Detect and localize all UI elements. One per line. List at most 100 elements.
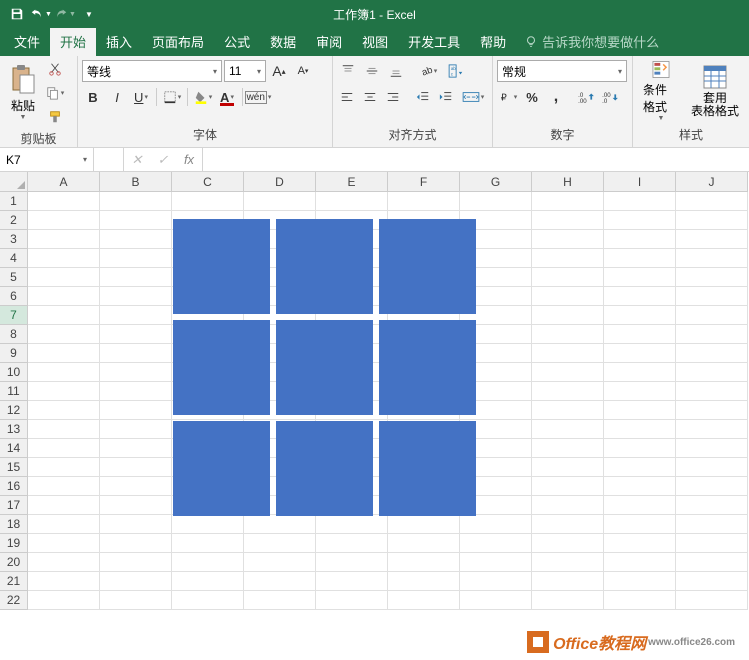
row-header[interactable]: 18 <box>0 515 28 534</box>
cell[interactable] <box>244 515 316 534</box>
cell[interactable] <box>604 458 676 477</box>
tab-file[interactable]: 文件 <box>4 27 50 56</box>
cell[interactable] <box>532 553 604 572</box>
copy-button[interactable]: ▾ <box>44 82 66 104</box>
cell[interactable] <box>28 211 100 230</box>
cell[interactable] <box>532 249 604 268</box>
cell[interactable] <box>172 515 244 534</box>
cell[interactable] <box>604 287 676 306</box>
cell[interactable] <box>100 458 172 477</box>
cell[interactable] <box>100 401 172 420</box>
cell[interactable] <box>28 382 100 401</box>
cell[interactable] <box>172 192 244 211</box>
cell[interactable] <box>604 591 676 610</box>
cell[interactable] <box>100 534 172 553</box>
cell[interactable] <box>676 306 748 325</box>
cell[interactable] <box>100 287 172 306</box>
tab-insert[interactable]: 插入 <box>96 27 142 56</box>
cell[interactable] <box>532 325 604 344</box>
rectangle-shape[interactable] <box>173 219 270 314</box>
cell[interactable] <box>28 401 100 420</box>
cell[interactable] <box>676 211 748 230</box>
tab-help[interactable]: 帮助 <box>470 27 516 56</box>
cell[interactable] <box>28 553 100 572</box>
row-header[interactable]: 19 <box>0 534 28 553</box>
cell[interactable] <box>100 306 172 325</box>
cells-area[interactable] <box>28 192 749 660</box>
font-color-button[interactable]: A▾ <box>216 86 238 108</box>
cell[interactable] <box>460 591 532 610</box>
cell[interactable] <box>532 401 604 420</box>
save-button[interactable] <box>6 3 28 25</box>
cell[interactable] <box>532 439 604 458</box>
table-format-button[interactable]: 套用 表格格式 <box>685 58 745 124</box>
cell[interactable] <box>604 439 676 458</box>
cell[interactable] <box>100 192 172 211</box>
cell[interactable] <box>676 325 748 344</box>
cell[interactable] <box>100 382 172 401</box>
align-bottom-button[interactable] <box>385 60 407 82</box>
cell[interactable] <box>100 591 172 610</box>
column-header[interactable]: D <box>244 172 316 192</box>
cell[interactable] <box>676 515 748 534</box>
cell[interactable] <box>28 344 100 363</box>
redo-button[interactable]: ▼ <box>54 3 76 25</box>
cell[interactable] <box>28 477 100 496</box>
cell[interactable] <box>28 458 100 477</box>
cell[interactable] <box>676 382 748 401</box>
conditional-format-button[interactable]: 条件格式 ▼ <box>637 58 685 124</box>
cell[interactable] <box>316 534 388 553</box>
cell[interactable] <box>244 591 316 610</box>
cell[interactable] <box>28 420 100 439</box>
bold-button[interactable]: B <box>82 86 104 108</box>
cell[interactable] <box>316 591 388 610</box>
comma-button[interactable]: , <box>545 86 567 108</box>
cell[interactable] <box>676 496 748 515</box>
cell[interactable] <box>532 306 604 325</box>
fx-button[interactable]: fx <box>176 152 202 167</box>
cell[interactable] <box>604 515 676 534</box>
row-header[interactable]: 16 <box>0 477 28 496</box>
cell[interactable] <box>532 420 604 439</box>
formula-input[interactable] <box>203 148 749 171</box>
cell[interactable] <box>100 496 172 515</box>
decrease-indent-button[interactable] <box>413 86 434 108</box>
cell[interactable] <box>532 458 604 477</box>
cell[interactable] <box>28 534 100 553</box>
cell[interactable] <box>100 477 172 496</box>
font-size-combo[interactable]: 11▾ <box>224 60 266 82</box>
cell[interactable] <box>100 344 172 363</box>
tab-formulas[interactable]: 公式 <box>214 27 260 56</box>
merge-button[interactable]: ▾ <box>458 86 488 108</box>
cell[interactable] <box>172 553 244 572</box>
cell[interactable] <box>388 192 460 211</box>
cell[interactable] <box>604 382 676 401</box>
column-header[interactable]: G <box>460 172 532 192</box>
accounting-button[interactable]: ₽▾ <box>497 86 519 108</box>
cell[interactable] <box>460 192 532 211</box>
column-header[interactable]: B <box>100 172 172 192</box>
column-header[interactable]: F <box>388 172 460 192</box>
cell[interactable] <box>100 230 172 249</box>
cell[interactable] <box>100 325 172 344</box>
row-header[interactable]: 4 <box>0 249 28 268</box>
row-header[interactable]: 3 <box>0 230 28 249</box>
cell[interactable] <box>676 458 748 477</box>
cell[interactable] <box>532 572 604 591</box>
tab-data[interactable]: 数据 <box>260 27 306 56</box>
cell[interactable] <box>532 230 604 249</box>
cell[interactable] <box>388 572 460 591</box>
cell[interactable] <box>676 344 748 363</box>
cell[interactable] <box>28 496 100 515</box>
row-header[interactable]: 9 <box>0 344 28 363</box>
cell[interactable] <box>28 249 100 268</box>
cell[interactable] <box>460 553 532 572</box>
rectangle-shape[interactable] <box>173 320 270 415</box>
cell[interactable] <box>532 382 604 401</box>
cell[interactable] <box>604 325 676 344</box>
row-header[interactable]: 22 <box>0 591 28 610</box>
row-header[interactable]: 13 <box>0 420 28 439</box>
name-box[interactable]: K7▾ <box>0 148 94 171</box>
cell[interactable] <box>100 363 172 382</box>
cancel-formula-button[interactable]: ✕ <box>124 152 150 168</box>
